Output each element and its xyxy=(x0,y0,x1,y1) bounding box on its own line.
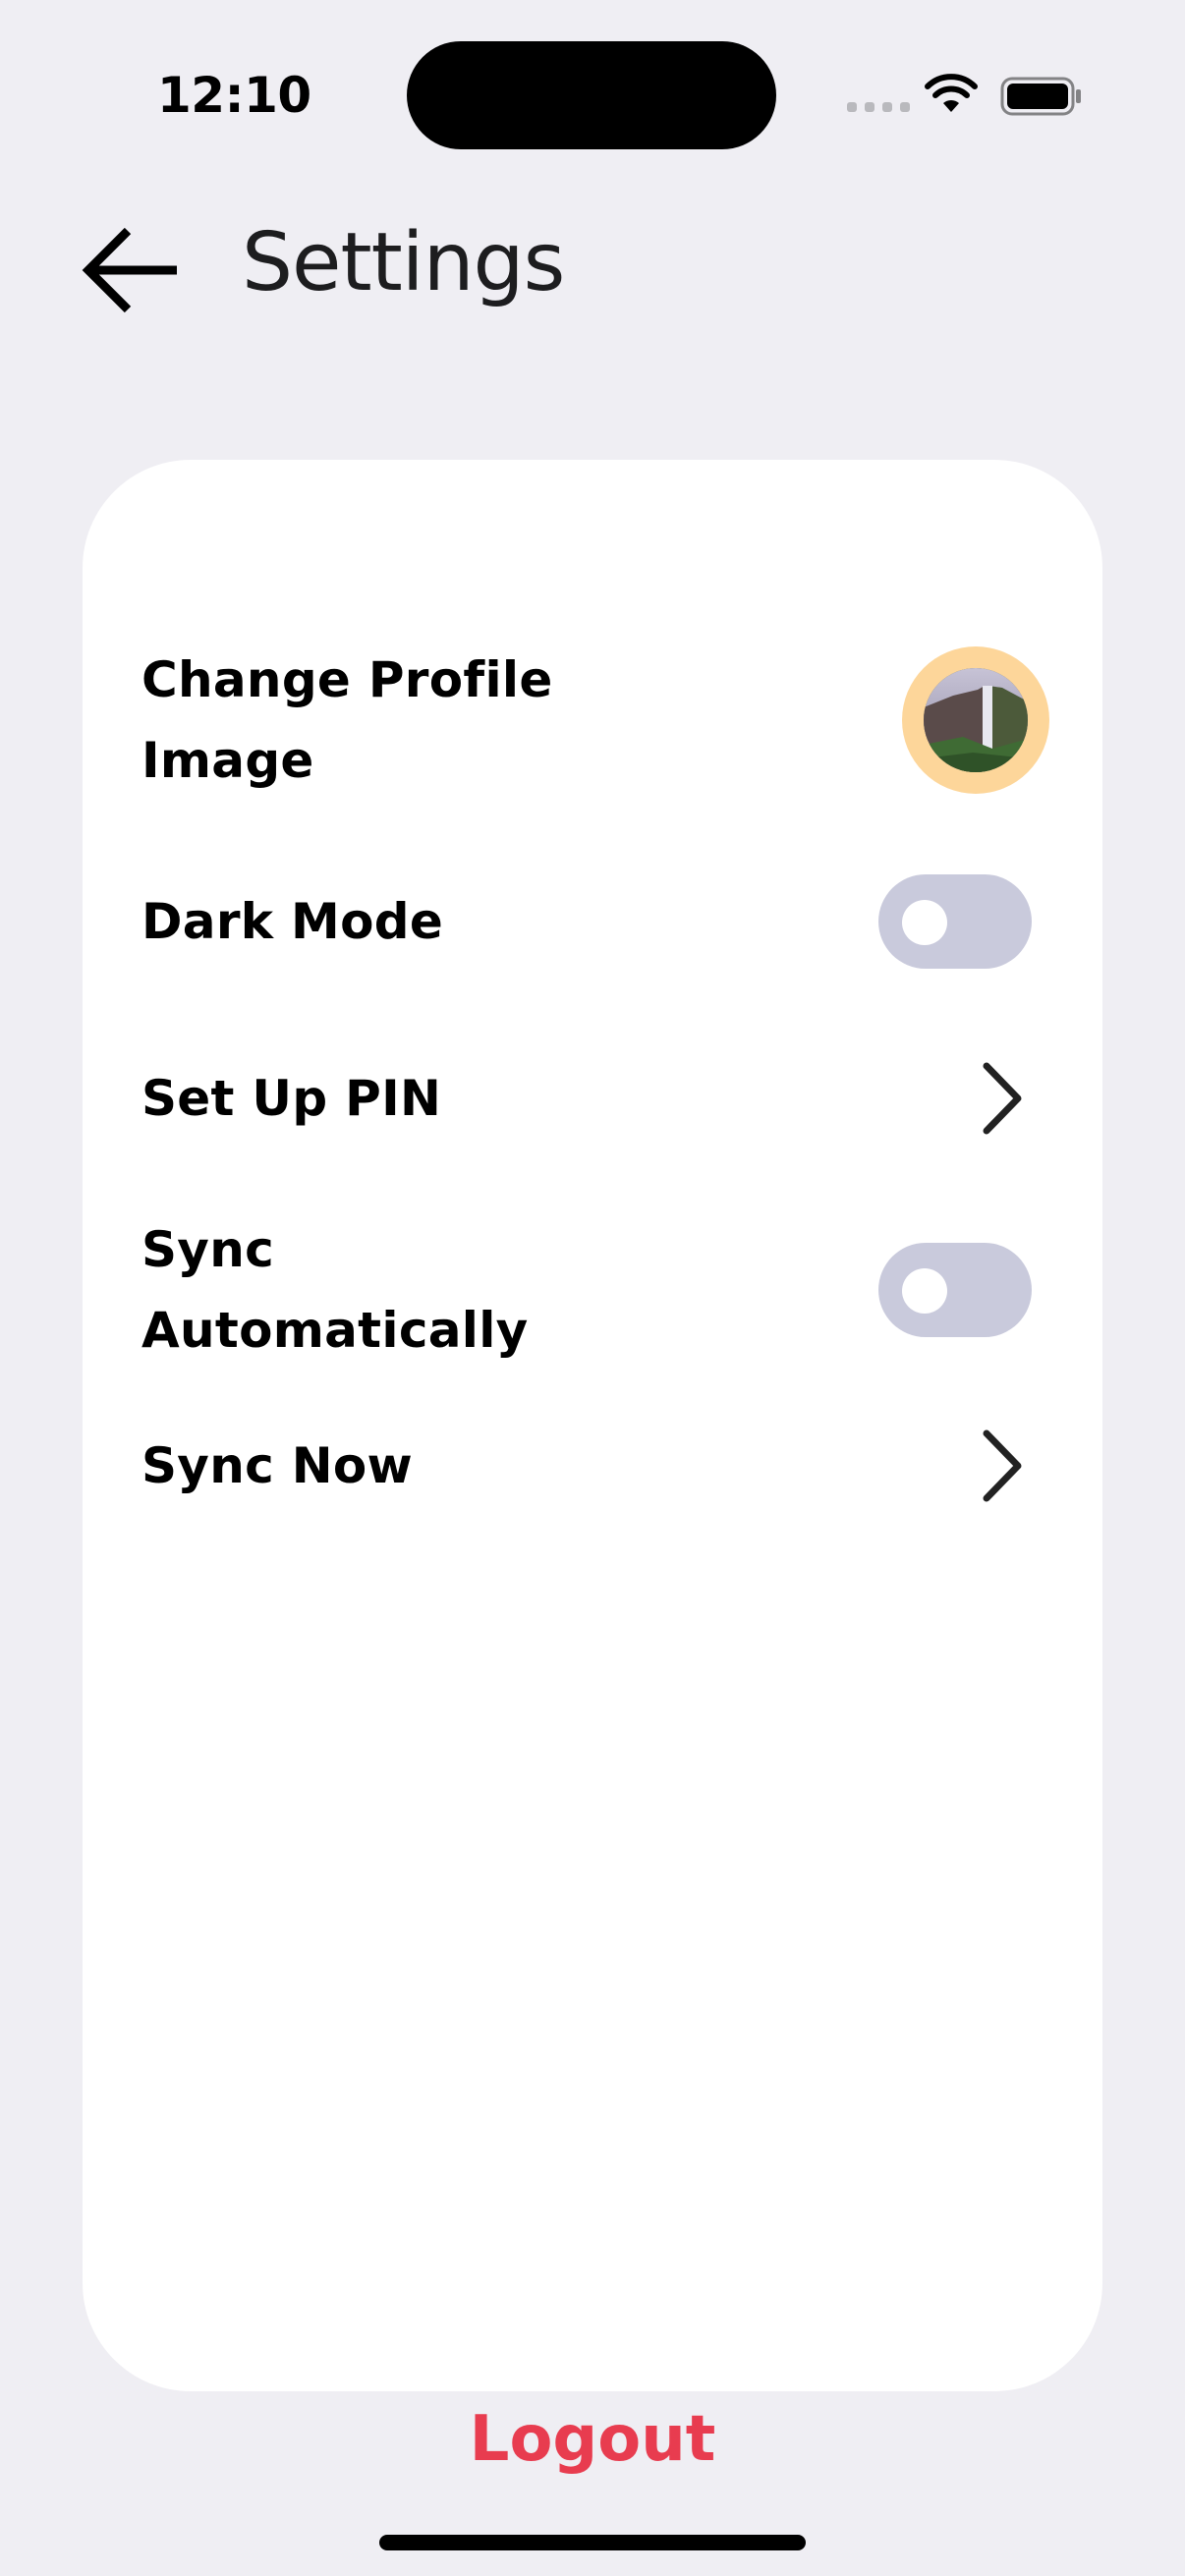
avatar[interactable] xyxy=(902,646,1049,794)
set-up-pin-label: Set Up PIN xyxy=(141,1070,442,1127)
page-title: Settings xyxy=(242,216,565,309)
set-up-pin-row[interactable]: Set Up PIN xyxy=(141,1049,1044,1148)
profile-image xyxy=(924,668,1028,772)
battery-icon xyxy=(1000,77,1081,116)
arrow-left-icon xyxy=(82,227,177,313)
dark-mode-toggle[interactable] xyxy=(878,874,1032,969)
status-time: 12:10 xyxy=(157,67,311,124)
change-profile-image-label: Change Profile Image xyxy=(141,651,553,789)
toggle-knob xyxy=(902,1268,947,1314)
logout-button[interactable]: Logout xyxy=(0,2403,1185,2476)
back-button[interactable] xyxy=(77,216,185,324)
header: Settings xyxy=(0,196,1185,344)
chevron-right-icon xyxy=(973,1427,1032,1505)
sync-automatically-row: Sync Automatically xyxy=(141,1206,1044,1373)
sync-automatically-toggle[interactable] xyxy=(878,1243,1032,1337)
sync-now-label: Sync Now xyxy=(141,1437,414,1494)
sync-automatically-label: Sync Automatically xyxy=(141,1221,529,1359)
chevron-right-icon xyxy=(973,1059,1032,1138)
dark-mode-row: Dark Mode xyxy=(141,872,1044,971)
wifi-icon xyxy=(925,74,978,112)
toggle-knob xyxy=(902,900,947,945)
dynamic-island xyxy=(407,41,776,149)
change-profile-image-row[interactable]: Change Profile Image xyxy=(141,637,1049,804)
home-indicator xyxy=(379,2535,806,2550)
settings-card: Change Profile Image Dark Mode Set Up PI… xyxy=(83,460,1102,2391)
cellular-signal-icon xyxy=(847,102,910,112)
sync-now-row[interactable]: Sync Now xyxy=(141,1417,1044,1515)
dark-mode-label: Dark Mode xyxy=(141,893,444,950)
status-bar: 12:10 xyxy=(0,0,1185,196)
